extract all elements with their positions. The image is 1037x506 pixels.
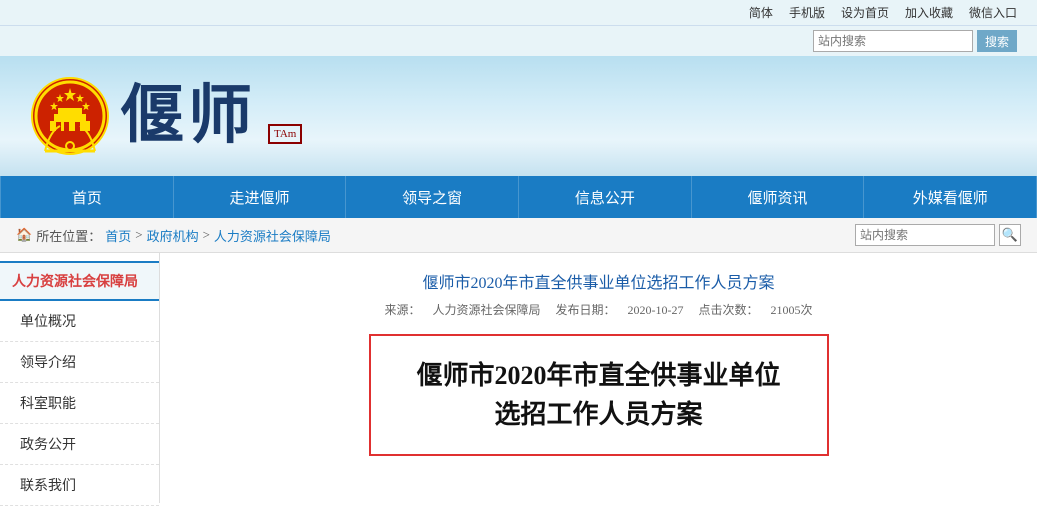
article-area: 偃师市2020年市直全供事业单位选招工作人员方案 来源： 人力资源社会保障局 发布… [160, 253, 1037, 503]
meta-source-label: 来源： [384, 303, 420, 317]
sidebar-title: 人力资源社会保障局 [0, 261, 159, 301]
sidebar-item-govaffairs[interactable]: 政务公开 [0, 424, 159, 465]
sidebar-item-departments[interactable]: 科室职能 [0, 383, 159, 424]
breadcrumb-home-link[interactable]: 首页 [105, 226, 131, 245]
breadcrumb-sep-2: > [203, 227, 210, 243]
link-set-homepage[interactable]: 设为首页 [841, 4, 889, 21]
breadcrumb-bar: 🏠 所在位置： 首页 > 政府机构 > 人力资源社会保障局 🔍 [0, 218, 1037, 253]
top-utility-bar: 简体 手机版 设为首页 加入收藏 微信入口 [0, 0, 1037, 26]
site-header: 偃师 TAm [0, 56, 1037, 176]
sidebar-item-overview[interactable]: 单位概况 [0, 301, 159, 342]
breadcrumb-sep-1: > [135, 227, 142, 243]
logo-text-container: 偃师 TAm [120, 84, 302, 148]
sidebar-item-contact[interactable]: 联系我们 [0, 465, 159, 506]
nav-news[interactable]: 偃师资讯 [692, 176, 865, 218]
main-nav: 首页 走进偃师 领导之窗 信息公开 偃师资讯 外媒看偃师 [0, 176, 1037, 218]
nav-about[interactable]: 走进偃师 [174, 176, 347, 218]
sidebar: 人力资源社会保障局 单位概况 领导介绍 科室职能 政务公开 联系我们 [0, 253, 160, 503]
site-name-text: 偃师 [120, 80, 256, 151]
article-main-title: 偃师市2020年市直全供事业单位 选招工作人员方案 [401, 356, 797, 434]
link-bookmark[interactable]: 加入收藏 [905, 4, 953, 21]
link-wechat[interactable]: 微信入口 [969, 4, 1017, 21]
breadcrumb: 🏠 所在位置： 首页 > 政府机构 > 人力资源社会保障局 [16, 226, 331, 245]
nav-media[interactable]: 外媒看偃师 [864, 176, 1037, 218]
top-search-input[interactable] [813, 30, 973, 52]
article-title-line1: 偃师市2020年市直全供事业单位 [416, 361, 780, 390]
article-highlight-box: 偃师市2020年市直全供事业单位 选招工作人员方案 [369, 334, 829, 456]
nav-leadership[interactable]: 领导之窗 [346, 176, 519, 218]
main-content: 人力资源社会保障局 单位概况 领导介绍 科室职能 政务公开 联系我们 偃师市20… [0, 253, 1037, 503]
article-title-header: 偃师市2020年市直全供事业单位选招工作人员方案 [184, 269, 1013, 293]
top-search-button[interactable]: 搜索 [977, 30, 1017, 52]
article-meta: 来源： 人力资源社会保障局 发布日期： 2020-10-27 点击次数： 21005次 [184, 301, 1013, 318]
breadcrumb-search-area: 🔍 [855, 224, 1021, 246]
meta-views: 21005次 [771, 303, 813, 317]
breadcrumb-dept-link[interactable]: 人力资源社会保障局 [214, 226, 331, 245]
link-mobile[interactable]: 手机版 [789, 4, 825, 21]
national-emblem [30, 76, 110, 156]
breadcrumb-location-label: 所在位置： [36, 226, 101, 245]
nav-info[interactable]: 信息公开 [519, 176, 692, 218]
article-title-line2: 选招工作人员方案 [494, 400, 702, 429]
top-search-bar: 搜索 [0, 26, 1037, 56]
breadcrumb-gov-link[interactable]: 政府机构 [147, 226, 199, 245]
sidebar-item-leadership[interactable]: 领导介绍 [0, 342, 159, 383]
meta-views-label: 点击次数： [699, 303, 759, 317]
breadcrumb-search-input[interactable] [855, 224, 995, 246]
meta-date: 2020-10-27 [628, 303, 684, 317]
breadcrumb-search-button[interactable]: 🔍 [999, 224, 1021, 246]
meta-source: 人力资源社会保障局 [432, 303, 540, 317]
logo-seal-stamp: TAm [268, 124, 302, 144]
home-icon: 🏠 [16, 227, 32, 243]
nav-home[interactable]: 首页 [0, 176, 174, 218]
meta-date-label: 发布日期： [555, 303, 615, 317]
link-jiantizhongwen[interactable]: 简体 [749, 4, 773, 21]
